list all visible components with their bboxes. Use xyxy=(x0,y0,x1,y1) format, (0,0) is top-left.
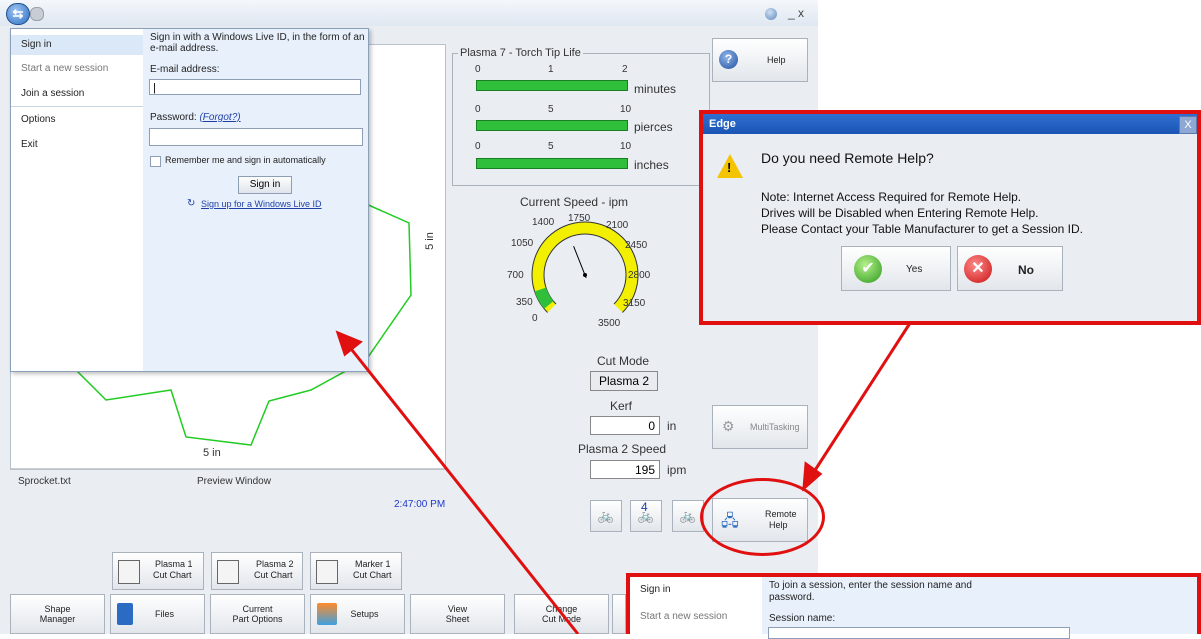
yes-button[interactable]: ✔ Yes xyxy=(841,246,951,291)
join-session-panel: Sign in Start a new session To join a se… xyxy=(626,573,1201,639)
arrow-to-signin xyxy=(346,344,580,634)
no-label: No xyxy=(1018,263,1034,277)
join-intro-2: password. xyxy=(769,592,815,603)
no-button[interactable]: ✕ No xyxy=(957,246,1063,291)
arrow-to-remote-help xyxy=(808,319,914,479)
edge-question: Do you need Remote Help? xyxy=(761,150,934,166)
join-nav: Sign in Start a new session xyxy=(630,577,762,634)
join-nav-sign-in[interactable]: Sign in xyxy=(640,584,671,595)
close-icon[interactable]: X xyxy=(1179,116,1197,134)
warning-mark: ! xyxy=(727,160,732,175)
edge-dialog-title: Edge xyxy=(703,114,1197,134)
edge-note-2: Drives will be Disabled when Entering Re… xyxy=(761,206,1039,220)
edge-note-1: Note: Internet Access Required for Remot… xyxy=(761,190,1022,204)
yes-label: Yes xyxy=(906,264,923,275)
session-name-label: Session name: xyxy=(769,613,836,624)
join-intro: To join a session, enter the session nam… xyxy=(769,580,972,591)
join-form: To join a session, enter the session nam… xyxy=(762,577,1197,639)
check-icon: ✔ xyxy=(854,255,882,283)
close-circle-icon: ✕ xyxy=(964,255,992,283)
arrow-head-signin xyxy=(335,330,363,357)
session-name-field[interactable] xyxy=(768,627,1070,639)
edge-note-3: Please Contact your Table Manufacturer t… xyxy=(761,222,1083,236)
edge-dialog: Edge X ! Do you need Remote Help? Note: … xyxy=(699,110,1201,325)
join-nav-start-session[interactable]: Start a new session xyxy=(640,611,727,622)
